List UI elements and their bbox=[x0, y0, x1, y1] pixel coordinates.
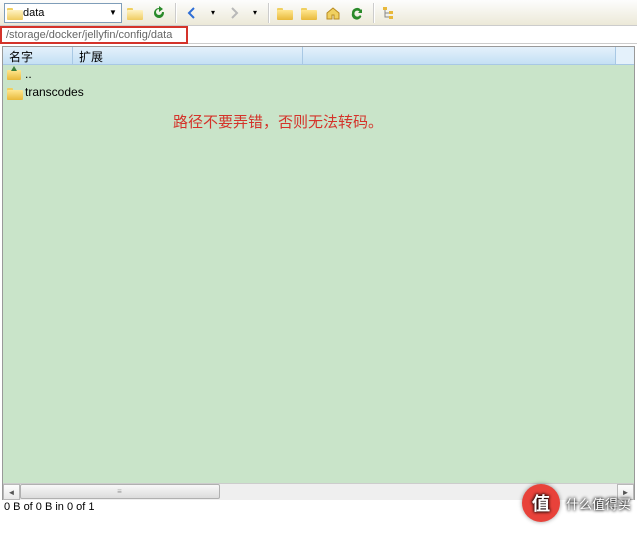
path-bar[interactable]: /storage/docker/jellyfin/config/data bbox=[0, 26, 188, 44]
home-icon bbox=[325, 5, 341, 21]
column-headers: 名字 扩展 bbox=[3, 47, 634, 65]
open-dir-button[interactable] bbox=[124, 2, 146, 24]
file-list-body[interactable]: .. transcodes 路径不要弄错，否则无法转码。 bbox=[3, 65, 634, 483]
forward-button[interactable] bbox=[223, 2, 245, 24]
file-list: 名字 扩展 .. transcodes 路径不要弄错，否则无法转码。 ◄ ≡ ► bbox=[2, 46, 635, 500]
parent-dir-label: .. bbox=[25, 67, 32, 81]
address-bar[interactable]: ▼ bbox=[4, 3, 122, 23]
folder-icon bbox=[277, 6, 293, 20]
folder-icon bbox=[7, 86, 21, 98]
parent-dir-row[interactable]: .. bbox=[3, 65, 634, 83]
forward-history-dropdown[interactable]: ▾ bbox=[247, 4, 263, 22]
column-name[interactable]: 名字 bbox=[3, 47, 73, 64]
status-text: 0 B of 0 B in 0 of 1 bbox=[4, 501, 95, 513]
back-button[interactable] bbox=[181, 2, 203, 24]
folder-up-icon bbox=[7, 68, 21, 80]
dropdown-icon[interactable]: ▼ bbox=[107, 4, 119, 22]
arrow-right-icon bbox=[226, 5, 242, 21]
arrow-left-icon bbox=[184, 5, 200, 21]
tree-button[interactable] bbox=[379, 2, 401, 24]
back-history-dropdown[interactable]: ▾ bbox=[205, 4, 221, 22]
path-text: /storage/docker/jellyfin/config/data bbox=[6, 29, 172, 41]
refresh-icon bbox=[349, 5, 365, 21]
tree-icon bbox=[382, 5, 398, 21]
folder-open-icon bbox=[127, 6, 143, 20]
scroll-thumb[interactable]: ≡ bbox=[20, 484, 220, 499]
watermark-badge: 值 bbox=[522, 484, 560, 522]
refresh-list-button[interactable] bbox=[346, 2, 368, 24]
column-spacer bbox=[303, 47, 616, 64]
address-input[interactable] bbox=[23, 7, 103, 19]
column-ext[interactable]: 扩展 bbox=[73, 47, 303, 64]
separator bbox=[373, 3, 374, 23]
toolbar: ▼ ▾ ▾ bbox=[0, 0, 637, 26]
scroll-left-button[interactable]: ◄ bbox=[3, 484, 20, 500]
refresh-icon bbox=[151, 5, 167, 21]
folder-open-icon bbox=[7, 6, 19, 20]
folder-name: transcodes bbox=[25, 85, 84, 99]
folder-button-1[interactable] bbox=[274, 2, 296, 24]
list-item[interactable]: transcodes bbox=[3, 83, 634, 101]
separator bbox=[268, 3, 269, 23]
column-end bbox=[616, 47, 634, 64]
watermark: 值 什么值得买 bbox=[522, 484, 631, 522]
annotation-text: 路径不要弄错，否则无法转码。 bbox=[173, 111, 383, 132]
path-bar-rest bbox=[188, 26, 637, 44]
separator bbox=[175, 3, 176, 23]
watermark-text: 什么值得买 bbox=[566, 494, 631, 513]
folder-icon bbox=[301, 6, 317, 20]
folder-button-2[interactable] bbox=[298, 2, 320, 24]
home-button[interactable] bbox=[322, 2, 344, 24]
refresh-button[interactable] bbox=[148, 2, 170, 24]
